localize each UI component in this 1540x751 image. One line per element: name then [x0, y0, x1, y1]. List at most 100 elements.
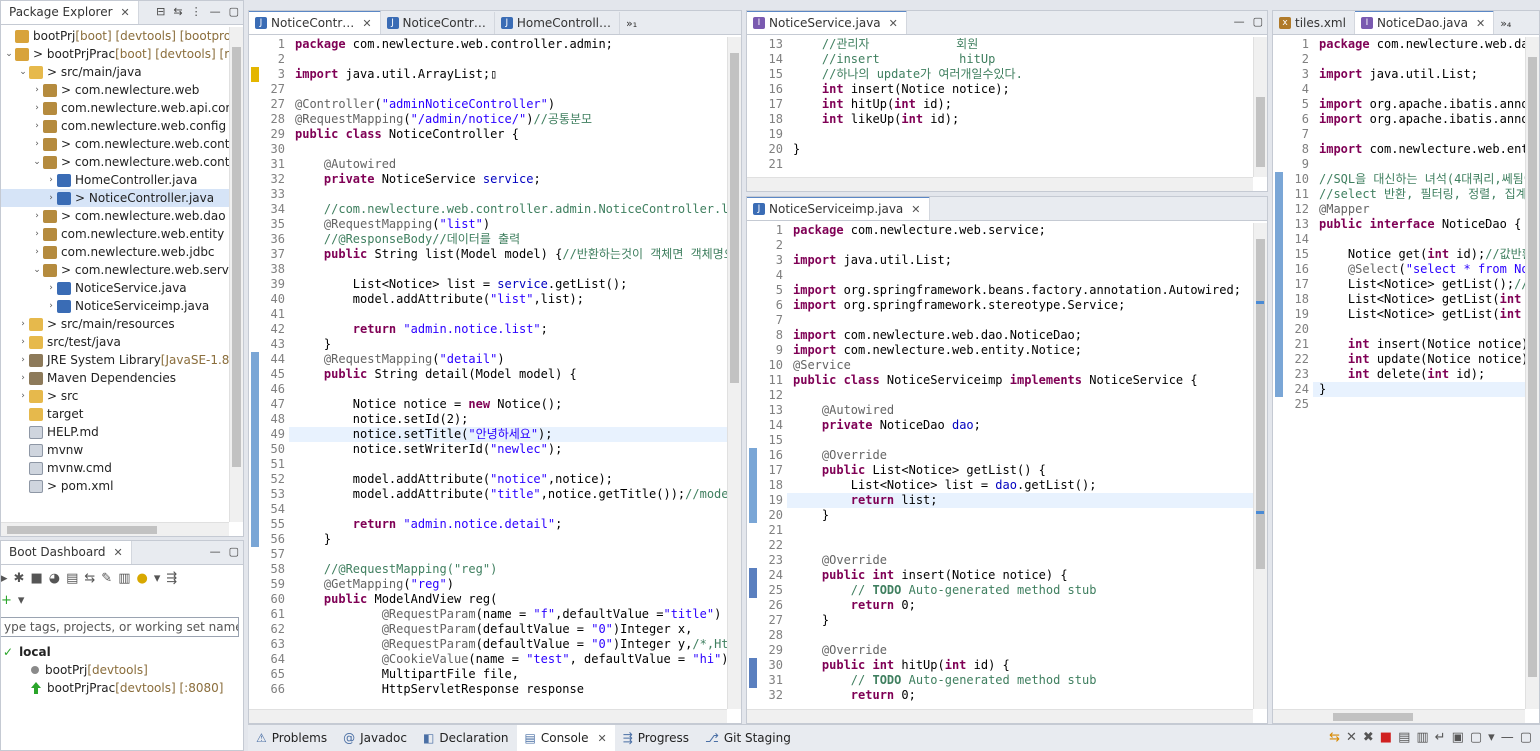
code-line[interactable]: 29 public class NoticeController {: [249, 127, 727, 142]
editor-vertical-scrollbar[interactable]: [1253, 223, 1267, 709]
chevron-right-icon[interactable]: ›: [31, 117, 43, 135]
code-line[interactable]: 62 @RequestParam(defaultValue = "0")Inte…: [249, 622, 727, 637]
close-icon[interactable]: ✕: [362, 17, 371, 30]
code-line[interactable]: 18 int likeUp(int id);: [747, 112, 1253, 127]
code-line[interactable]: 25: [1273, 397, 1525, 412]
deploy-icon[interactable]: ⇶: [166, 571, 177, 586]
chevron-down-icon[interactable]: ⌄: [31, 261, 43, 279]
code-line[interactable]: 30: [249, 142, 727, 157]
code-line[interactable]: 51: [249, 457, 727, 472]
boot-app-item[interactable]: bootPrj [devtools]: [1, 661, 243, 679]
code-line[interactable]: 31 // TODO Auto-generated method stub: [747, 673, 1253, 688]
minimize-icon[interactable]: —: [1501, 730, 1514, 745]
tab-git-staging[interactable]: ⎇ Git Staging: [697, 725, 799, 751]
code-line[interactable]: 12 @Mapper: [1273, 202, 1525, 217]
dropdown-icon[interactable]: ▾: [154, 571, 161, 586]
code-line[interactable]: 15 //하나의 update가 여러개일수있다.: [747, 67, 1253, 82]
tab-notice-serviceimp[interactable]: J NoticeServiceimp.java ✕: [747, 197, 930, 220]
code-line[interactable]: 37 public String list(Model model) {//반환…: [249, 247, 727, 262]
code-line[interactable]: 20: [1273, 322, 1525, 337]
code-line[interactable]: 32 return 0;: [747, 688, 1253, 703]
code-line[interactable]: 40 model.addAttribute("list",list);: [249, 292, 727, 307]
code-line[interactable]: 28 @RequestMapping("/admin/notice/")//공통분…: [249, 112, 727, 127]
code-line[interactable]: 15 Notice get(int id);//값반환: [1273, 247, 1525, 262]
chevron-right-icon[interactable]: ›: [17, 369, 29, 387]
tree-item[interactable]: ⌄ > com.newlecture.web.controll: [1, 153, 229, 171]
word-wrap-icon[interactable]: ↵: [1435, 730, 1446, 745]
tab-notice-dao[interactable]: I NoticeDao.java ✕: [1354, 11, 1495, 34]
code-line[interactable]: 14 private NoticeDao dao;: [747, 418, 1253, 433]
chevron-right-icon[interactable]: ›: [45, 279, 57, 297]
chevron-right-icon[interactable]: ›: [31, 99, 43, 117]
more-tabs-button[interactable]: »₄: [1494, 12, 1517, 34]
code-line[interactable]: 30 public int hitUp(int id) {: [747, 658, 1253, 673]
code-line[interactable]: 33: [249, 187, 727, 202]
code-line[interactable]: 65 MultipartFile file,: [249, 667, 727, 682]
editor-horizontal-scrollbar[interactable]: [1273, 709, 1525, 723]
code-line[interactable]: 55 return "admin.notice.detail";: [249, 517, 727, 532]
code-line[interactable]: 34 //com.newlecture.web.controller.admin…: [249, 202, 727, 217]
editor-horizontal-scrollbar[interactable]: [747, 177, 1253, 191]
chevron-right-icon[interactable]: ›: [17, 333, 29, 351]
code-line[interactable]: 20 }: [747, 508, 1253, 523]
scroll-lock-icon[interactable]: ▥: [1416, 730, 1428, 745]
tree-item[interactable]: › NoticeServiceimp.java: [1, 297, 229, 315]
code-line[interactable]: 9: [1273, 157, 1525, 172]
console-icon[interactable]: ▤: [66, 571, 78, 586]
code-line[interactable]: 47 Notice notice = new Notice();: [249, 397, 727, 412]
tree-item[interactable]: ⌄ > bootPrjPrac [boot] [devtools] [repo: [1, 45, 229, 63]
refresh-icon[interactable]: ◕: [49, 571, 60, 586]
code-line[interactable]: 42 return "admin.notice.list";: [249, 322, 727, 337]
code-line[interactable]: 23 int delete(int id);: [1273, 367, 1525, 382]
editor-vertical-scrollbar[interactable]: [1253, 37, 1267, 177]
code-line[interactable]: 16 @Override: [747, 448, 1253, 463]
chevron-down-icon[interactable]: ⌄: [17, 63, 29, 81]
chevron-right-icon[interactable]: ›: [17, 315, 29, 333]
chevron-right-icon[interactable]: ›: [45, 171, 57, 189]
tab-package-explorer[interactable]: Package Explorer ✕: [1, 1, 139, 24]
code-line[interactable]: 59 @GetMapping("reg"): [249, 577, 727, 592]
close-icon[interactable]: ✕: [121, 6, 130, 19]
debug-icon[interactable]: ✱: [14, 571, 25, 586]
tab-home-controller[interactable]: J HomeControll…: [495, 12, 620, 34]
code-line[interactable]: 13 @Autowired: [747, 403, 1253, 418]
code-line[interactable]: 11 //select 반환, 필터링, 정렬, 집계,.: [1273, 187, 1525, 202]
close-icon[interactable]: ✕: [598, 732, 607, 745]
code-area[interactable]: 1 package com.newlecture.web.service; 2 3 im…: [747, 223, 1253, 709]
code-line[interactable]: 3 import java.util.List;: [747, 253, 1253, 268]
tag-icon[interactable]: ▥: [118, 571, 130, 586]
tree-item[interactable]: mvnw: [1, 441, 229, 459]
code-line[interactable]: 3 import java.util.List;: [1273, 67, 1525, 82]
link-icon[interactable]: ⇆: [84, 571, 95, 586]
code-line[interactable]: 57: [249, 547, 727, 562]
editor-horizontal-scrollbar[interactable]: [249, 709, 727, 723]
code-line[interactable]: 7: [1273, 127, 1525, 142]
tree-item[interactable]: › > src: [1, 387, 229, 405]
code-line[interactable]: 32 private NoticeService service;: [249, 172, 727, 187]
code-line[interactable]: 52 model.addAttribute("notice",notice);: [249, 472, 727, 487]
code-line[interactable]: 2: [1273, 52, 1525, 67]
code-area[interactable]: 13 //관리자 회원 14 //insert hitUp 15 //하나의 upd…: [747, 37, 1253, 177]
code-line[interactable]: 7: [747, 313, 1253, 328]
overview-marker-icon[interactable]: [1256, 301, 1264, 304]
tab-notice-service[interactable]: I NoticeService.java ✕: [747, 11, 907, 34]
stop-icon[interactable]: ■: [30, 571, 42, 586]
code-line[interactable]: 19 return list;: [747, 493, 1253, 508]
minimize-icon[interactable]: —: [210, 545, 221, 558]
code-line[interactable]: 5 import org.springframework.beans.factor…: [747, 283, 1253, 298]
code-line[interactable]: 43 }: [249, 337, 727, 352]
chevron-right-icon[interactable]: ›: [17, 351, 29, 369]
code-line[interactable]: 14 //insert hitUp: [747, 52, 1253, 67]
tree-item[interactable]: › > com.newlecture.web: [1, 81, 229, 99]
tree-item[interactable]: › com.newlecture.web.entity: [1, 225, 229, 243]
chevron-right-icon[interactable]: ›: [31, 225, 43, 243]
tree-item[interactable]: › com.newlecture.web.config: [1, 117, 229, 135]
code-line[interactable]: 6 import org.springframework.stereotype.S…: [747, 298, 1253, 313]
tree-item[interactable]: › HomeController.java: [1, 171, 229, 189]
code-line[interactable]: 1 package com.newlecture.web.service;: [747, 223, 1253, 238]
code-line[interactable]: 18 List<Notice> getList(int p: [1273, 292, 1525, 307]
link-icon[interactable]: ⇆: [1329, 730, 1340, 745]
code-line[interactable]: 1 package com.newlecture.web.dao: [1273, 37, 1525, 52]
close-icon[interactable]: ✕: [889, 17, 898, 30]
tree-item[interactable]: › com.newlecture.web.api.contro: [1, 99, 229, 117]
